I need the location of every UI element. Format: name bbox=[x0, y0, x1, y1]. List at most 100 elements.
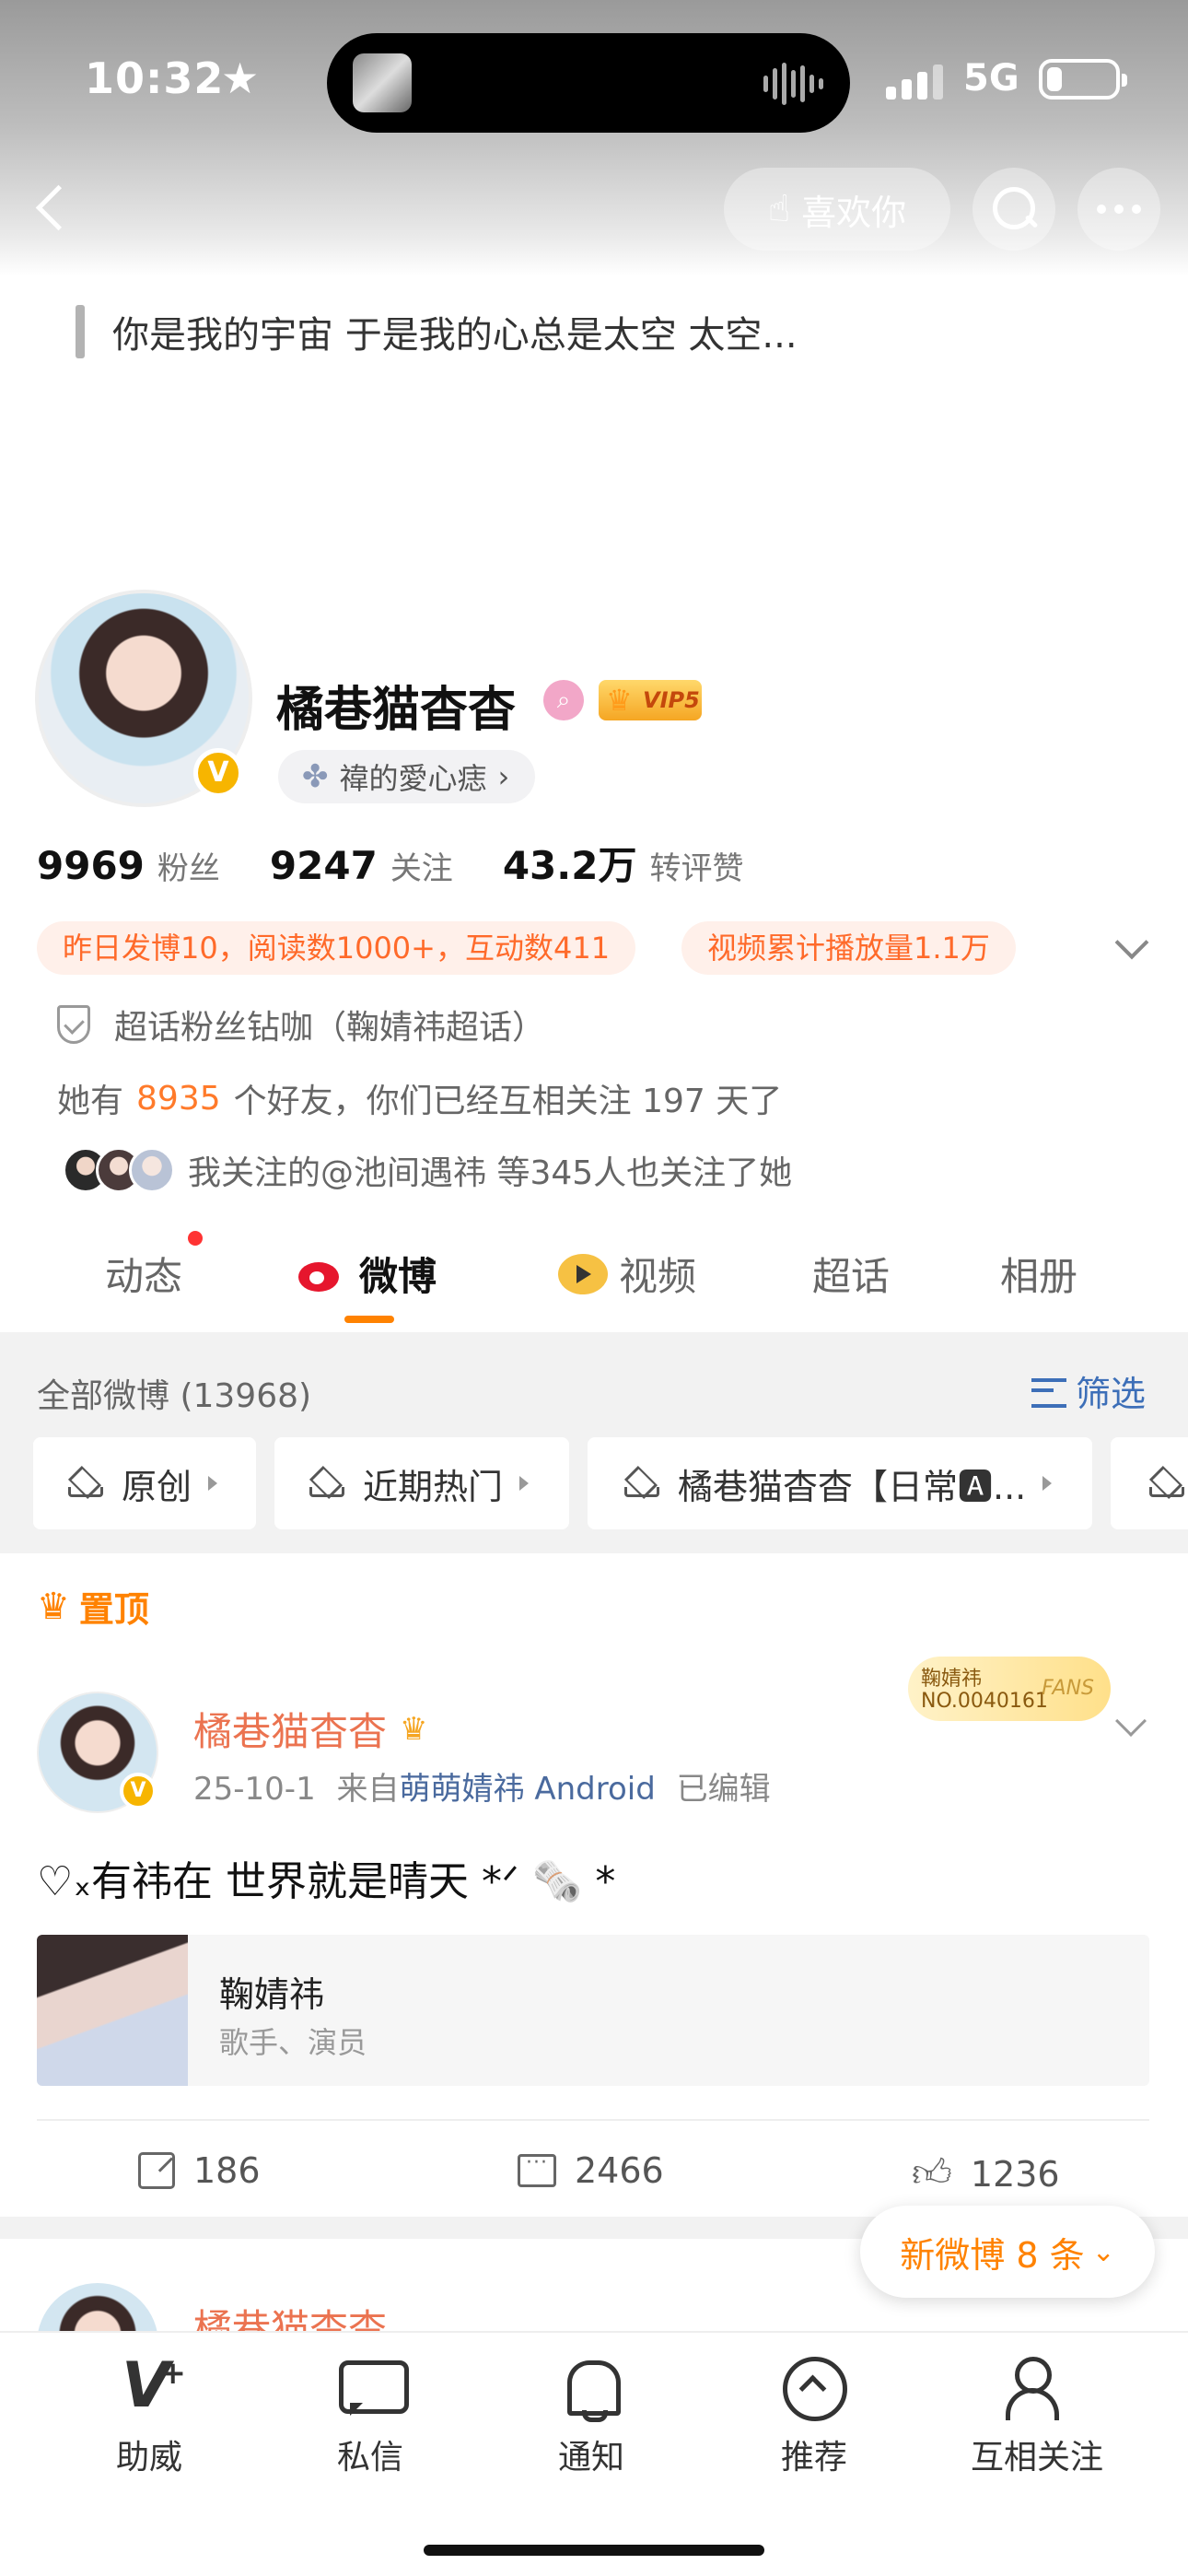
more-icon[interactable] bbox=[1077, 168, 1160, 251]
quote-bar bbox=[76, 305, 85, 358]
activity-tag[interactable]: 昨日发博10，阅读数1000+，互动数411 bbox=[37, 921, 636, 975]
nav-recommend-label: 推荐 bbox=[780, 2439, 847, 2476]
card-description: 歌手、演员 bbox=[219, 2025, 367, 2060]
tab-album-label: 相册 bbox=[1000, 1254, 1078, 1299]
fan-badge-number: NO.0040161 bbox=[921, 1690, 1048, 1713]
super-topic-text: 超话粉丝钻咖（鞠婧祎超话） bbox=[114, 1009, 546, 1047]
divider bbox=[37, 2119, 1149, 2121]
search-badge-icon[interactable]: ⌕ bbox=[543, 680, 584, 720]
chevron-right-icon: › bbox=[497, 759, 510, 794]
tab-super-topic-label: 超话 bbox=[812, 1254, 891, 1299]
post-date: 25-10-1 bbox=[193, 1771, 316, 1808]
video-views-tag[interactable]: 视频累计播放量1.1万 bbox=[681, 921, 1016, 975]
dynamic-island[interactable] bbox=[327, 33, 850, 133]
notification-dot bbox=[188, 1231, 203, 1246]
caret-right-icon bbox=[208, 1476, 218, 1491]
chip-daily-label: 橘巷猫杳杳【日常🅰... bbox=[678, 1466, 1027, 1507]
profile-card[interactable]: 鞠婧祎 歌手、演员 bbox=[37, 1935, 1149, 2086]
post-author[interactable]: 橘巷猫杳杳 ♛ bbox=[193, 1701, 428, 1757]
finger-heart-icon: ☝ bbox=[767, 188, 791, 230]
like-you-label: 喜欢你 bbox=[801, 192, 907, 233]
following-label[interactable]: 关注 bbox=[390, 843, 453, 888]
member-crown-icon: ♛ bbox=[400, 1710, 428, 1748]
tab-weibo[interactable]: 微博 bbox=[297, 1246, 437, 1302]
super-topic-line[interactable]: 超话粉丝钻咖（鞠婧祎超话） bbox=[57, 1001, 545, 1048]
mutual-avatars bbox=[63, 1147, 175, 1193]
comment-count: 2466 bbox=[575, 2150, 664, 2191]
nav-mutual[interactable]: 互相关注 bbox=[954, 2355, 1120, 2478]
post-from-label: 来自 bbox=[336, 1771, 400, 1808]
chevron-down-icon[interactable] bbox=[1115, 1705, 1147, 1737]
signal-icon bbox=[886, 61, 945, 100]
followed-by-line[interactable]: 我关注的@池间遇祎 等345人也关注了她 bbox=[63, 1146, 792, 1194]
active-tab-indicator bbox=[344, 1316, 394, 1323]
interactions-count: 43.2万 bbox=[502, 843, 637, 888]
fan-badge-name: 鞠婧祎 bbox=[921, 1668, 983, 1691]
post-meta: 25-10-1 来自萌萌婧祎 Android 已编辑 bbox=[193, 1763, 771, 1809]
star-icon: ★ bbox=[221, 53, 260, 103]
clover-icon: ✤ bbox=[302, 758, 329, 795]
now-playing-thumbnail bbox=[353, 53, 412, 112]
tab-weibo-label: 微博 bbox=[359, 1254, 437, 1299]
chevron-down-icon[interactable] bbox=[1114, 925, 1149, 960]
friends-prefix: 她有 bbox=[57, 1083, 124, 1120]
nav-notify-label: 通知 bbox=[557, 2439, 624, 2476]
like-count: 1236 bbox=[970, 2153, 1060, 2195]
friends-count[interactable]: 8935 bbox=[136, 1080, 221, 1118]
vip-badge[interactable]: VIP5 bbox=[599, 680, 702, 720]
bell-plus-icon bbox=[558, 2355, 624, 2422]
post-author-name: 橘巷猫杳杳 bbox=[193, 1709, 388, 1754]
layers-icon bbox=[308, 1467, 344, 1500]
filter-section: 全部微博 (13968) 筛选 原创 近期热门 橘巷猫杳杳【日常🅰... bbox=[0, 1332, 1188, 1553]
signature-text: 你是我的宇宙 于是我的心总是太空 太空... bbox=[112, 314, 798, 357]
post-actions: 186 2466 👍︎ 1236 bbox=[0, 2136, 1188, 2209]
repost-button[interactable]: 186 bbox=[138, 2150, 261, 2191]
filter-button[interactable]: 筛选 bbox=[1031, 1365, 1146, 1416]
interactions-label: 转评赞 bbox=[649, 850, 744, 887]
fan-badge[interactable]: 鞠婧祎 NO.0040161 FANS bbox=[908, 1657, 1111, 1721]
post-source[interactable]: 萌萌婧祎 Android bbox=[400, 1771, 656, 1808]
home-indicator[interactable] bbox=[424, 2545, 764, 2556]
tab-album[interactable]: 相册 bbox=[1000, 1246, 1077, 1302]
all-weibo-count: 全部微博 (13968) bbox=[37, 1377, 312, 1415]
caret-right-icon bbox=[519, 1476, 530, 1491]
chip-daily[interactable]: 橘巷猫杳杳【日常🅰... bbox=[588, 1437, 1092, 1529]
nav-cheer[interactable]: 助威 bbox=[66, 2349, 232, 2478]
nav-messages[interactable]: 私信 bbox=[287, 2355, 453, 2478]
search-icon[interactable] bbox=[973, 168, 1055, 251]
comment-button[interactable]: 2466 bbox=[518, 2150, 664, 2191]
nav-messages-label: 私信 bbox=[336, 2439, 403, 2476]
tab-dynamics[interactable]: 动态 bbox=[105, 1246, 182, 1302]
nav-notify[interactable]: 通知 bbox=[508, 2355, 674, 2478]
pinned-label: ♛ 置顶 bbox=[37, 1581, 149, 1632]
followers-label[interactable]: 粉丝 bbox=[157, 843, 220, 888]
tab-video[interactable]: 视频 bbox=[558, 1246, 696, 1302]
following-count[interactable]: 9247 bbox=[270, 843, 378, 888]
chip-recent-hot[interactable]: 近期热门 bbox=[274, 1437, 569, 1529]
post-verified-badge: V bbox=[120, 1773, 157, 1809]
like-you-button[interactable]: ☝ 喜欢你 bbox=[724, 168, 950, 251]
filter-icon bbox=[1031, 1375, 1068, 1408]
like-button[interactable]: 👍︎ 1236 bbox=[912, 2150, 1060, 2197]
audio-wave-icon bbox=[763, 61, 824, 107]
new-posts-button[interactable]: 新微博 8 条 ⌄ bbox=[860, 2206, 1155, 2298]
battery-icon bbox=[1039, 59, 1127, 100]
verified-badge: V bbox=[193, 748, 243, 798]
nav-recommend[interactable]: 推荐 bbox=[731, 2355, 897, 2478]
card-image bbox=[37, 1935, 188, 2086]
chat-icon bbox=[337, 2355, 409, 2421]
chip-more[interactable] bbox=[1111, 1437, 1188, 1529]
back-icon[interactable] bbox=[29, 181, 66, 236]
chip-original[interactable]: 原创 bbox=[33, 1437, 256, 1529]
chip-original-label: 原创 bbox=[122, 1466, 192, 1507]
post-text: ♡ₓ有祎在 世界就是晴天 *ᐟ 🗞️ * bbox=[37, 1858, 616, 1905]
tab-super-topic[interactable]: 超话 bbox=[812, 1246, 890, 1302]
post-edited: 已编辑 bbox=[676, 1771, 771, 1808]
layers-icon bbox=[1147, 1467, 1184, 1500]
followers-count[interactable]: 9969 bbox=[37, 843, 145, 888]
group-chip[interactable]: ✤ 禕的愛心痣 › bbox=[278, 750, 536, 803]
repost-count: 186 bbox=[193, 2150, 261, 2191]
fan-badge-fans: FANS bbox=[1042, 1677, 1094, 1700]
network-label: 5G bbox=[963, 57, 1019, 100]
video-play-icon bbox=[558, 1253, 608, 1294]
